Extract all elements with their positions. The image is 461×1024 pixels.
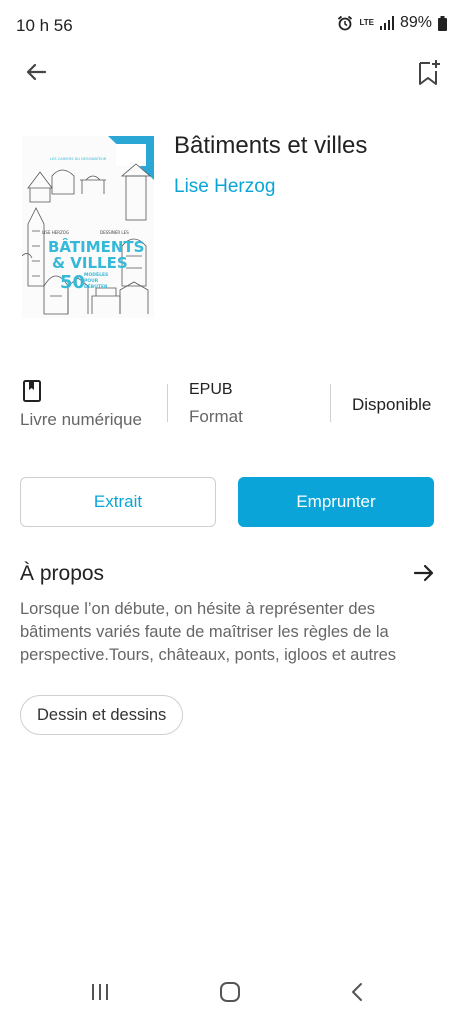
home-icon: [219, 981, 241, 1008]
cover-number: 50: [60, 272, 85, 293]
battery-percent: 89%: [399, 14, 432, 31]
borrow-button[interactable]: Emprunter: [238, 477, 434, 527]
info-divider: [330, 384, 331, 422]
alarm-icon: [337, 15, 353, 31]
about-more-button[interactable]: [411, 562, 437, 588]
home-button[interactable]: [210, 978, 250, 1010]
cover-small-header: LES CAHIERS DU DESSINATEUR: [50, 157, 107, 161]
recent-apps-button[interactable]: [80, 978, 120, 1010]
status-time: 10 h 56: [16, 16, 73, 35]
type-label: Livre numérique: [20, 410, 142, 429]
back-nav-button[interactable]: [338, 978, 378, 1010]
arrow-right-icon: [412, 561, 436, 590]
signal-icon: [379, 16, 394, 30]
back-button[interactable]: [20, 58, 52, 90]
about-description: Lorsque l’on débute, on hésite à représe…: [20, 600, 397, 664]
lte-label: LTE: [359, 18, 374, 27]
about-title: À propos: [20, 562, 105, 585]
book-icon: [22, 380, 42, 407]
bookmark-button[interactable]: [413, 56, 445, 92]
format-value: EPUB: [189, 381, 233, 398]
book-title: Bâtiments et villes: [174, 132, 368, 159]
bookmark-add-icon: [417, 58, 441, 91]
cover-series-right: DESSINER LES: [100, 230, 129, 235]
chevron-left-icon: [348, 982, 368, 1007]
availability-status: Disponible: [352, 395, 432, 414]
screen: 10 h 56 LTE 89% LISE HERZOG DESSINER LES…: [0, 0, 461, 1024]
tag-chip[interactable]: Dessin et dessins: [20, 695, 184, 735]
book-info-row: Livre numérique EPUB Format Disponible: [0, 372, 461, 436]
cover-subtitle-2: POUR: [84, 278, 99, 284]
status-icons: LTE 89%: [337, 14, 447, 32]
status-bar: 10 h 56 LTE 89%: [0, 0, 461, 52]
recent-apps-icon: [90, 982, 110, 1007]
book-cover[interactable]: LISE HERZOG DESSINER LES BÂTIMENTS & VIL…: [22, 136, 154, 318]
cover-title-line2: & VILLES: [52, 254, 128, 272]
extract-button[interactable]: Extrait: [20, 477, 216, 527]
book-author-link[interactable]: Lise Herzog: [174, 176, 275, 198]
system-nav-bar: [0, 960, 461, 1024]
format-label: Format: [189, 407, 243, 426]
info-divider: [167, 384, 168, 422]
arrow-left-icon: [24, 60, 48, 89]
cover-series-left: LISE HERZOG: [42, 230, 69, 235]
battery-icon: [438, 15, 447, 31]
